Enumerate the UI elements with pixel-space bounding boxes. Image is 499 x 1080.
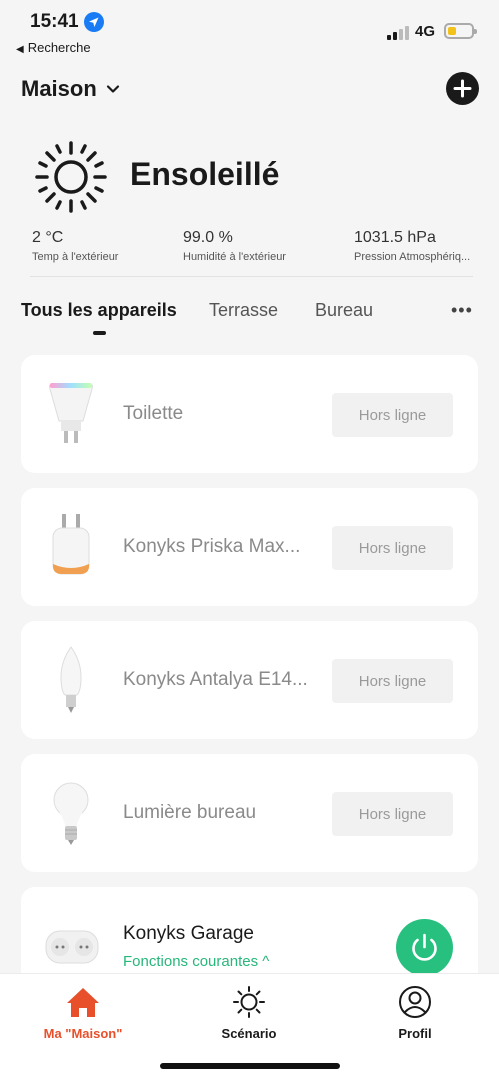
- nav-profil[interactable]: Profil: [355, 984, 475, 1041]
- tab-all-devices[interactable]: Tous les appareils: [21, 300, 177, 321]
- device-name: Konyks Antalya E14...: [123, 669, 308, 690]
- back-to-search-link[interactable]: ◀ Recherche: [16, 40, 91, 55]
- device-card-lumiere-bureau[interactable]: Lumière bureau Hors ligne: [21, 754, 478, 872]
- status-bar: 15:41 ◀ Recherche 4G: [0, 0, 499, 60]
- candle-bulb-icon: [60, 646, 82, 713]
- temperature-metric: 2 °C Temp à l'extérieur: [32, 229, 118, 263]
- back-triangle-icon: ◀: [16, 44, 24, 55]
- device-name: Lumière bureau: [123, 802, 257, 823]
- power-button[interactable]: [396, 919, 453, 976]
- metric-label: Temp à l'extérieur: [32, 251, 119, 263]
- chevron-down-icon: [106, 85, 119, 93]
- add-device-button[interactable]: [446, 72, 479, 105]
- profile-icon: [399, 986, 431, 1018]
- dual-plug-icon: [45, 930, 99, 964]
- power-icon: [412, 933, 437, 961]
- bulb-icon: [53, 782, 89, 845]
- signal-icon: [387, 24, 409, 40]
- device-name: Konyks Priska Max...: [123, 536, 301, 557]
- device-name: Toilette: [123, 403, 184, 424]
- tab-terrasse[interactable]: Terrasse: [209, 300, 278, 321]
- plus-icon: [453, 79, 472, 98]
- metric-value: 2 °C: [32, 229, 64, 246]
- nav-ma-maison[interactable]: Ma "Maison": [23, 984, 143, 1041]
- offline-status: Hors ligne: [332, 659, 453, 703]
- pressure-metric: 1031.5 hPa Pression Atmosphériq...: [354, 229, 494, 263]
- metric-value: 99.0 %: [183, 229, 233, 246]
- common-functions-link[interactable]: Fonctions courantes ^: [123, 953, 269, 970]
- metric-label: Humidité à l'extérieur: [183, 251, 286, 263]
- home-title: Maison: [21, 76, 97, 101]
- nav-scenario[interactable]: Scénario: [189, 984, 309, 1041]
- offline-status: Hors ligne: [332, 792, 453, 836]
- device-card-antalya[interactable]: Konyks Antalya E14... Hors ligne: [21, 621, 478, 739]
- metric-value: 1031.5 hPa: [354, 229, 436, 246]
- more-options-button[interactable]: •••: [451, 300, 473, 321]
- tab-bureau[interactable]: Bureau: [315, 300, 373, 321]
- home-icon: [67, 988, 99, 1017]
- active-tab-indicator: [93, 331, 106, 335]
- nav-label: Scénario: [221, 1026, 277, 1041]
- humidity-metric: 99.0 % Humidité à l'extérieur: [183, 229, 286, 263]
- sun-icon: [233, 986, 265, 1018]
- sun-weather-icon: [35, 141, 107, 213]
- home-indicator: [160, 1063, 340, 1069]
- nav-label: Profil: [398, 1026, 432, 1041]
- spot-bulb-icon: [49, 383, 93, 443]
- device-name: Konyks Garage: [123, 923, 254, 944]
- metric-label: Pression Atmosphériq...: [354, 251, 471, 263]
- offline-status: Hors ligne: [332, 393, 453, 437]
- device-card-priska[interactable]: Konyks Priska Max... Hors ligne: [21, 488, 478, 606]
- weather-condition: Ensoleillé: [130, 156, 280, 192]
- home-selector[interactable]: Maison: [21, 76, 120, 102]
- device-card-toilette[interactable]: Toilette Hors ligne: [21, 355, 478, 473]
- nav-label: Ma "Maison": [43, 1026, 123, 1041]
- smart-plug-icon: [52, 514, 90, 575]
- location-arrow-icon: [84, 12, 104, 32]
- battery-icon: [444, 23, 477, 39]
- divider: [30, 276, 473, 277]
- network-type: 4G: [415, 23, 436, 40]
- back-label: Recherche: [27, 40, 91, 55]
- status-time: 15:41: [30, 11, 79, 32]
- offline-status: Hors ligne: [332, 526, 453, 570]
